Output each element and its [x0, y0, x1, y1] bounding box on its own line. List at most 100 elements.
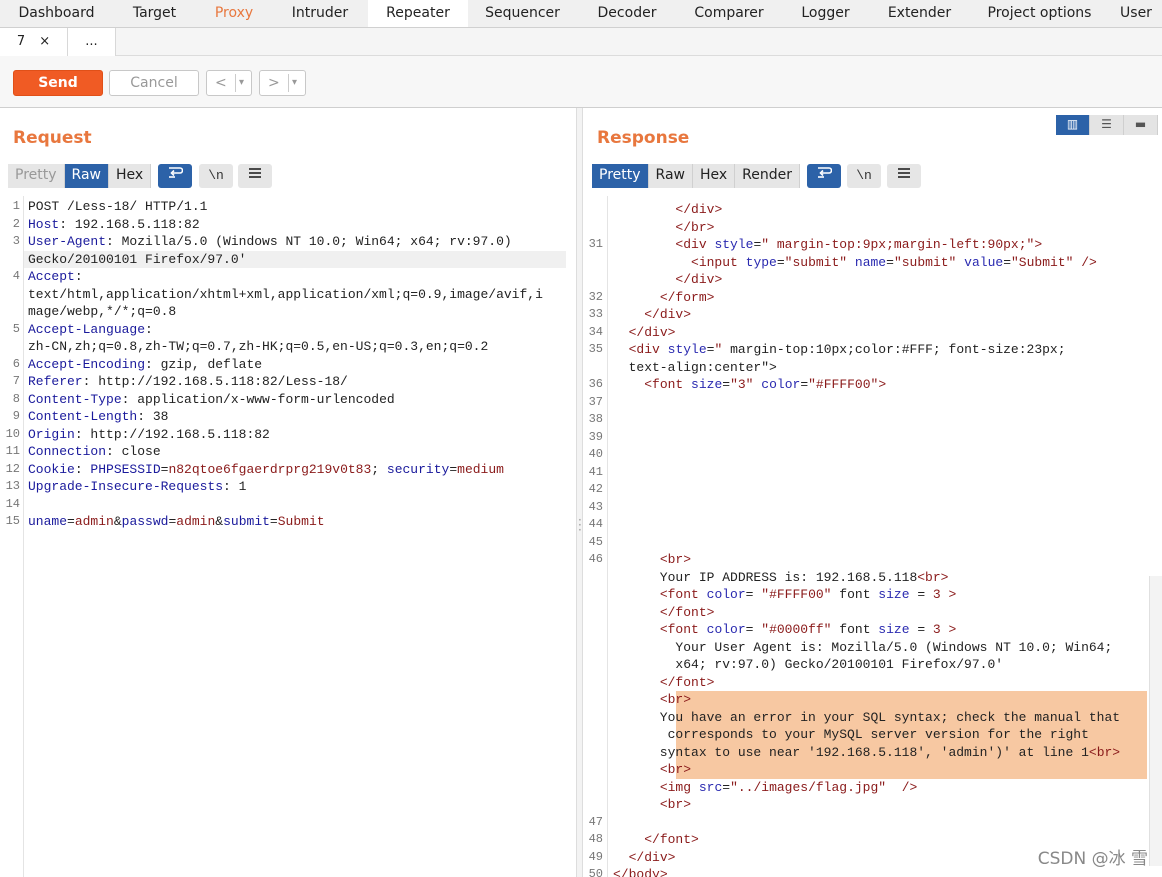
nav-tab-sequencer[interactable]: Sequencer — [468, 0, 577, 27]
history-forward-button[interactable]: > ▾ — [259, 70, 306, 96]
wrap-lines-icon[interactable] — [807, 164, 841, 188]
line-text: text-align:center"> — [613, 359, 777, 375]
line-text: <div style=" margin-top:10px;color:#FFF;… — [628, 342, 1066, 357]
response-line: <br> — [583, 761, 1162, 779]
newline-toggle-icon[interactable]: \n — [199, 164, 233, 188]
nav-tab-project-options[interactable]: Project options — [969, 0, 1110, 27]
request-tab-raw[interactable]: Raw — [64, 164, 109, 188]
layout-side-by-side-icon[interactable]: ▥ — [1056, 115, 1090, 135]
request-editor[interactable]: 1 POST /Less-18/ HTTP/1.1 2 Host: 192.168.5… — [0, 196, 576, 877]
newline-toggle-icon[interactable]: \n — [847, 164, 881, 188]
line-number: 38 — [588, 412, 603, 426]
panel-divider[interactable]: · · · — [576, 108, 583, 877]
response-line: </div> — [583, 271, 1162, 289]
line-text: </div> — [675, 202, 723, 217]
line-number: 34 — [588, 324, 603, 339]
response-tab-raw[interactable]: Raw — [648, 164, 693, 188]
line-text: </font> — [659, 674, 715, 690]
response-line: 31 <div style=" margin-top:9px;margin-le… — [583, 236, 1162, 254]
request-line: 3 User-Agent: Mozilla/5.0 (Windows NT 10.… — [0, 233, 576, 251]
line-text: x64; rv:97.0) Gecko/20100101 Firefox/97.… — [613, 657, 1004, 672]
line-text: Content-Type: application/x-www-form-url… — [28, 391, 395, 407]
response-line: You have an error in your SQL syntax; ch… — [583, 708, 1162, 726]
nav-tab-repeater[interactable]: Repeater — [368, 0, 468, 27]
line-number: 44 — [588, 517, 603, 531]
response-line: 33 </div> — [583, 306, 1162, 324]
nav-tab-proxy[interactable]: Proxy — [196, 0, 272, 27]
history-back-button[interactable]: < ▾ — [206, 70, 252, 96]
menu-icon[interactable] — [887, 164, 921, 188]
response-line: <font color= "#0000ff" font size = 3 > — [583, 621, 1162, 639]
nav-tab-comparer[interactable]: Comparer — [677, 0, 781, 27]
chevron-down-icon: ▾ — [239, 77, 245, 88]
wrap-lines-icon[interactable] — [158, 164, 192, 188]
request-tab-pretty[interactable]: Pretty — [8, 164, 65, 188]
request-line: 4 Accept: — [0, 268, 576, 286]
line-number: 10 — [5, 426, 20, 441]
line-text: Upgrade-Insecure-Requests: 1 — [28, 479, 247, 494]
response-line: </div> — [583, 201, 1162, 219]
nav-tab-intruder[interactable]: Intruder — [272, 0, 368, 27]
layout-toggle: ▥ ☰ ▬ — [1056, 115, 1158, 135]
request-tab-hex[interactable]: Hex — [108, 164, 152, 188]
response-tab-render[interactable]: Render — [735, 164, 801, 188]
nav-tab-target[interactable]: Target — [113, 0, 196, 27]
nav-tab-user[interactable]: User — [1110, 0, 1162, 27]
line-text: </div> — [675, 272, 723, 287]
request-line: 14 — [0, 496, 576, 514]
line-number: 47 — [588, 814, 603, 829]
response-line: 35 <div style=" margin-top:10px;color:#F… — [583, 341, 1162, 359]
response-line: x64; rv:97.0) Gecko/20100101 Firefox/97.… — [583, 656, 1162, 674]
response-tab-pretty[interactable]: Pretty — [592, 164, 649, 188]
response-editor[interactable]: </div> </br> 31 <div style=" margin-top:9… — [583, 196, 1162, 877]
line-number: 50 — [588, 867, 603, 877]
line-number: 3 — [12, 234, 20, 248]
cancel-button[interactable]: Cancel — [109, 70, 199, 96]
nav-tab-logger[interactable]: Logger — [781, 0, 870, 27]
line-number: 1 — [12, 199, 20, 213]
line-number: 6 — [12, 356, 20, 371]
chevron-down-icon: ▾ — [292, 77, 298, 88]
request-line: 7 Referer: http://192.168.5.118:82/Less-1… — [0, 373, 576, 391]
response-line: Your IP ADDRESS is: 192.168.5.118<br> — [583, 569, 1162, 587]
line-text: <br> — [659, 552, 692, 567]
line-text: <font size="3" color="#FFFF00"> — [644, 377, 887, 392]
response-line: <br> — [583, 796, 1162, 814]
line-number: 36 — [588, 377, 603, 391]
response-line: 40 — [583, 446, 1162, 464]
nav-tab-extender[interactable]: Extender — [870, 0, 969, 27]
request-line: 11 Connection: close — [0, 443, 576, 461]
nav-tab-dashboard[interactable]: Dashboard — [0, 0, 113, 27]
line-text: mage/webp,*/*;q=0.8 — [28, 304, 177, 319]
response-line: text-align:center"> — [583, 359, 1162, 377]
response-line: <font color= "#FFFF00" font size = 3 > — [583, 586, 1162, 604]
line-text: <br> — [659, 692, 692, 707]
repeater-tab-bar: 7 × ... — [0, 28, 1162, 57]
layout-stacked-icon[interactable]: ☰ — [1090, 115, 1124, 135]
send-button[interactable]: Send — [13, 70, 103, 96]
main-nav: Dashboard Target Proxy Intruder Repeater Sequ… — [0, 0, 1162, 28]
request-line: 2 Host: 192.168.5.118:82 — [0, 216, 576, 234]
response-line: corresponds to your MySQL server version… — [583, 726, 1162, 744]
line-text: Accept: — [28, 269, 83, 284]
response-line: 46 <br> — [583, 551, 1162, 569]
response-line: 41 — [583, 464, 1162, 482]
line-number: 7 — [12, 374, 20, 388]
line-text: </div> — [628, 849, 676, 865]
layout-tabs-icon[interactable]: ▬ — [1124, 115, 1158, 135]
response-tab-hex[interactable]: Hex — [692, 164, 736, 188]
nav-tab-decoder[interactable]: Decoder — [577, 0, 677, 27]
line-text: Host: 192.168.5.118:82 — [28, 216, 200, 232]
new-tab-button[interactable]: ... — [68, 28, 116, 56]
line-number: 15 — [5, 514, 20, 528]
repeater-tab-7[interactable]: 7 × — [0, 28, 68, 57]
request-panel: Request Pretty Raw Hex \n 1 POST /Less-18… — [0, 108, 576, 877]
line-text: <div style=" margin-top:9px;margin-left:… — [675, 237, 1043, 252]
line-number: 32 — [588, 289, 603, 304]
line-text: </font> — [644, 832, 699, 847]
line-number: 35 — [588, 342, 603, 356]
response-line: 39 — [583, 429, 1162, 447]
close-icon[interactable]: × — [39, 34, 50, 49]
menu-icon[interactable] — [238, 164, 272, 188]
response-scrollbar[interactable] — [1149, 576, 1162, 866]
